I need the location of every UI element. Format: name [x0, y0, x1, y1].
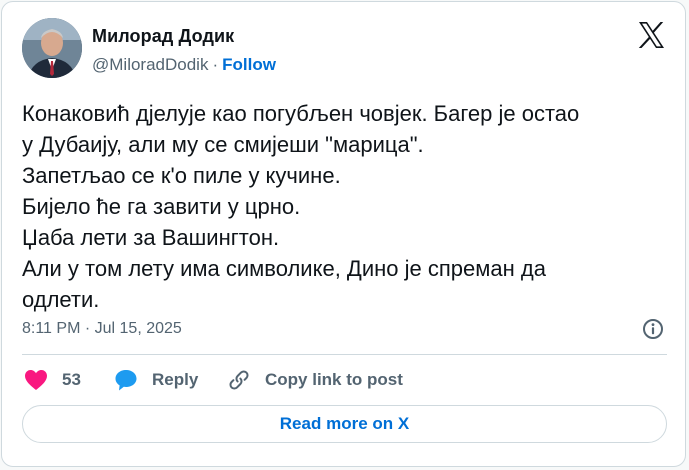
tweet-text: Конаковић дјелује као погубљен човјек. Б…	[22, 101, 580, 312]
like-count: 53	[62, 370, 81, 389]
copy-link-button[interactable]: Copy link to post	[227, 366, 403, 394]
avatar-portrait	[22, 18, 82, 78]
heart-icon	[25, 370, 47, 390]
info-icon[interactable]	[642, 318, 664, 340]
author-handle[interactable]: @MiloradDodik	[92, 55, 208, 74]
like-button[interactable]: 53	[24, 366, 81, 394]
handle-separator: ·	[212, 55, 219, 74]
link-icon	[229, 370, 249, 390]
reply-label: Reply	[152, 370, 199, 389]
avatar[interactable]	[22, 18, 82, 78]
reply-button[interactable]: Reply	[114, 366, 198, 394]
read-more-button[interactable]: Read more on X	[22, 405, 667, 443]
author-display-name[interactable]: Милорад Додик	[92, 26, 234, 47]
tweet-timestamp[interactable]: 8:11 PM · Jul 15, 2025	[22, 320, 182, 338]
divider	[22, 354, 667, 355]
read-more-label: Read more on X	[279, 414, 410, 433]
follow-link[interactable]: Follow	[222, 55, 276, 74]
copy-link-label: Copy link to post	[265, 370, 403, 389]
tweet-card: Милорад Додик @MiloradDodik · Follow Конак…	[1, 1, 686, 467]
author-handle-line: @MiloradDodik · Follow	[92, 55, 276, 75]
x-logo-icon[interactable]	[636, 20, 666, 50]
speech-bubble-icon	[115, 370, 137, 391]
